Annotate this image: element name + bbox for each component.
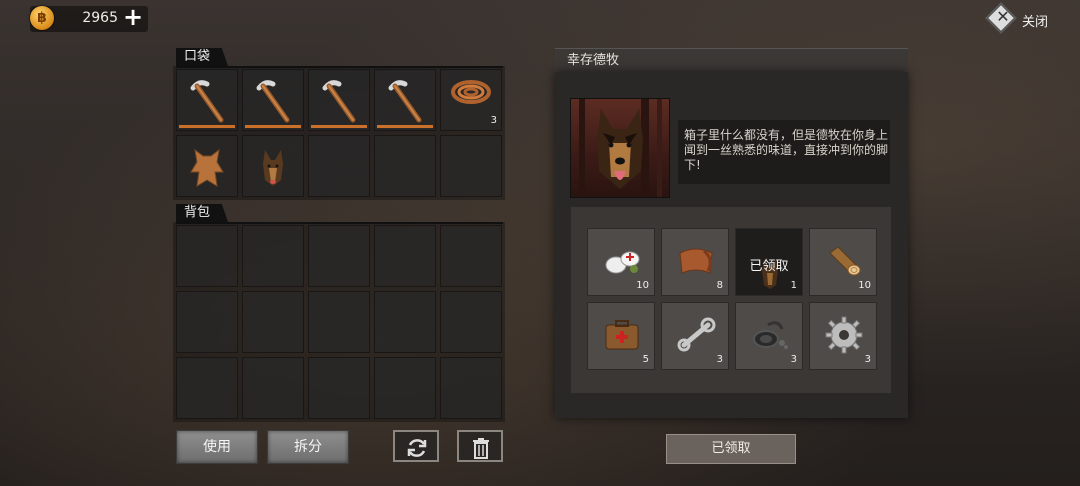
backpack-slot[interactable]: [176, 225, 238, 287]
pocket-slot-fur[interactable]: [176, 135, 238, 197]
durability-bar: [311, 125, 367, 128]
bandage-icon: [605, 251, 640, 274]
dog-portrait-image: [579, 99, 662, 197]
wrench-icon: [677, 317, 716, 352]
backpack-slot[interactable]: [440, 291, 502, 353]
backpack-slot[interactable]: [242, 357, 304, 419]
backpack-slot[interactable]: [242, 225, 304, 287]
reward-count: 1: [790, 280, 797, 291]
reward-count: 10: [858, 280, 871, 291]
durability-bar: [377, 125, 433, 128]
fur-hide-icon: [190, 148, 224, 187]
coin-icon: ฿: [30, 6, 54, 30]
event-title: 幸存德牧: [555, 48, 908, 72]
reward-cable[interactable]: 3: [735, 302, 803, 370]
pocket-slot-dog[interactable]: [242, 135, 304, 197]
backpack-slot[interactable]: [176, 291, 238, 353]
durability-bar: [179, 125, 235, 128]
reward-count: 3: [790, 354, 797, 365]
reward-count: 10: [636, 280, 649, 291]
german-shepherd-portrait: [570, 98, 670, 198]
trash-icon: [473, 438, 489, 459]
pocket-slot-pickaxe[interactable]: [242, 69, 304, 131]
reward-count: 3: [716, 354, 723, 365]
cable-icon: [753, 321, 788, 349]
pocket-slot-rope[interactable]: 3: [440, 69, 502, 131]
rope-icon: [451, 80, 491, 104]
trash-button[interactable]: [457, 430, 503, 462]
sort-button[interactable]: [393, 430, 439, 462]
reward-dog-claimed: 已领取 1: [735, 228, 803, 296]
pocket-slot-empty[interactable]: [440, 135, 502, 197]
backpack-slot[interactable]: [308, 357, 370, 419]
split-button[interactable]: 拆分: [267, 430, 349, 464]
backpack-slot[interactable]: [308, 225, 370, 287]
close-label: 关闭: [1022, 15, 1049, 30]
durability-bar: [245, 125, 301, 128]
pocket-slot-empty[interactable]: [308, 135, 370, 197]
reward-wrench[interactable]: 3: [661, 302, 729, 370]
gear-icon: [825, 316, 863, 354]
reward-count: 3: [864, 354, 871, 365]
pickaxe-icon: [322, 80, 356, 123]
dog-icon: [263, 150, 283, 186]
backpack-grid: [173, 222, 505, 422]
coin-amount: 2965: [82, 10, 118, 26]
reward-bandage[interactable]: 10: [587, 228, 655, 296]
use-button[interactable]: 使用: [176, 430, 258, 464]
backpack-slot[interactable]: [242, 291, 304, 353]
close-button[interactable]: ✕ 关闭: [985, 2, 1068, 34]
reward-wood[interactable]: 10: [809, 228, 877, 296]
close-icon: ✕: [996, 7, 1010, 26]
pocket-title: 口袋: [176, 48, 229, 66]
claimed-label: 已领取: [749, 259, 789, 274]
pickaxe-icon: [190, 80, 224, 123]
pocket-slot-pickaxe[interactable]: [176, 69, 238, 131]
pickaxe-icon: [256, 80, 290, 123]
backpack-slot[interactable]: [308, 291, 370, 353]
reward-gear[interactable]: 3: [809, 302, 877, 370]
medkit-icon: [605, 320, 639, 350]
backpack-slot[interactable]: [374, 291, 436, 353]
reward-leather[interactable]: 8: [661, 228, 729, 296]
pocket-slot-pickaxe[interactable]: [308, 69, 370, 131]
refresh-icon: [407, 439, 427, 457]
backpack-slot[interactable]: [176, 357, 238, 419]
reward-count: 8: [716, 280, 723, 291]
wood-log-icon: [829, 246, 861, 276]
backpack-slot[interactable]: [440, 357, 502, 419]
backpack-title: 背包: [176, 204, 229, 222]
reward-medkit[interactable]: 5: [587, 302, 655, 370]
reward-count: 5: [642, 354, 649, 365]
backpack-slot[interactable]: [440, 225, 502, 287]
pickaxe-icon: [388, 80, 422, 123]
leather-icon: [679, 248, 713, 274]
claimed-button[interactable]: 已领取: [666, 434, 796, 464]
event-description: 箱子里什么都没有，但是德牧在你身上闻到一丝熟悉的味道，直接冲到你的脚下!: [684, 128, 889, 172]
backpack-slot[interactable]: [374, 357, 436, 419]
pocket-slot-empty[interactable]: [374, 135, 436, 197]
item-count: 3: [490, 115, 497, 126]
pocket-slot-pickaxe[interactable]: [374, 69, 436, 131]
backpack-slot[interactable]: [374, 225, 436, 287]
pocket-grid: 3: [173, 66, 505, 200]
add-coins-button[interactable]: +: [122, 5, 144, 30]
